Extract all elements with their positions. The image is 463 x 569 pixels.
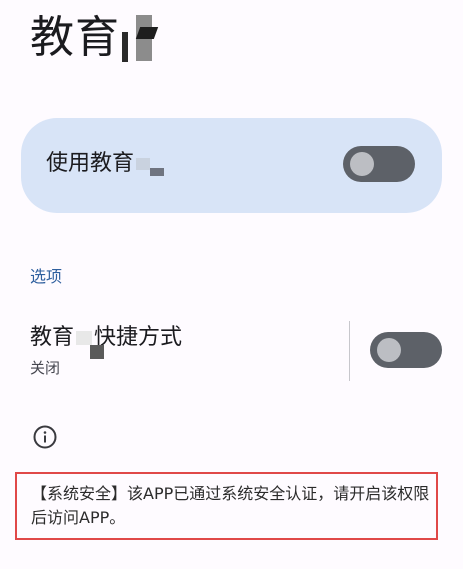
shortcut-toggle-switch[interactable]: [370, 332, 442, 368]
shortcut-title-prefix: 教育: [30, 325, 75, 350]
page-title: 教育: [30, 10, 152, 66]
main-toggle-label: 使用教育: [46, 148, 165, 180]
vertical-divider: [349, 321, 350, 381]
security-notice-box: 【系统安全】该APP已通过系统安全认证，请开启该权限后访问APP。: [15, 472, 438, 540]
main-toggle-card[interactable]: 使用教育: [21, 118, 442, 213]
switch-thumb: [350, 152, 374, 176]
shortcut-option-title: 教育 快捷方式: [30, 322, 183, 359]
shortcut-title-suffix: 快捷方式: [94, 325, 183, 350]
main-toggle-label-text: 使用教育: [46, 151, 135, 176]
redacted-mark: [122, 32, 128, 62]
redacted-mark: [76, 331, 105, 359]
security-notice-text: 【系统安全】该APP已通过系统安全认证，请开启该权限后访问APP。: [31, 484, 430, 527]
shortcut-option-row[interactable]: 教育 快捷方式 关闭: [0, 315, 463, 385]
redacted-mark: [136, 15, 152, 61]
settings-page: 教育 使用教育 选项 教育 快捷方式 关闭 【系统安全】该APP已通过系统安全认证…: [0, 0, 463, 569]
redacted-mark: [136, 158, 165, 176]
section-header-options: 选项: [30, 267, 63, 286]
switch-thumb: [377, 338, 401, 362]
info-icon: [33, 425, 57, 449]
page-title-text: 教育: [30, 12, 120, 63]
shortcut-option-subtitle: 关闭: [30, 359, 61, 377]
main-toggle-switch[interactable]: [343, 146, 415, 182]
